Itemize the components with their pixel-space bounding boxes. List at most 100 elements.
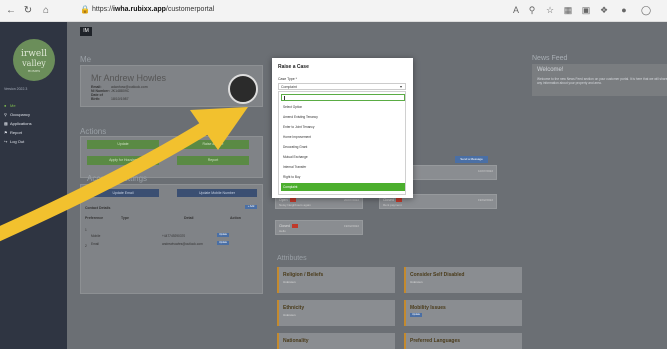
option-mutual-exchange[interactable]: Mutual Exchange: [281, 153, 405, 161]
attr-value: Unknown: [283, 313, 296, 317]
address-bar[interactable]: 🔒 https://iwha.rubixx.app/customerportal: [80, 4, 640, 18]
logo: irwell valley HOMES: [13, 39, 55, 81]
sidebar-item-report[interactable]: ⚑ Report: [4, 129, 64, 137]
home-icon[interactable]: ⌂: [40, 5, 52, 17]
sidebar-item-label: Me: [10, 103, 16, 108]
case-type-label: Case Type *: [278, 77, 298, 81]
zoom-icon[interactable]: ⚲: [526, 5, 538, 16]
logo-line3: HOMES: [27, 69, 41, 73]
edge-icon[interactable]: ◯: [640, 5, 652, 16]
update-button[interactable]: Update: [87, 140, 159, 149]
dob-label: Date of Birth:: [91, 93, 103, 101]
split-screen-icon[interactable]: ▦: [562, 5, 574, 16]
case-type-select[interactable]: Complaint ▾: [278, 83, 406, 90]
case-card-4[interactable]: Closed Hello 19/02/2022: [275, 220, 363, 235]
update-mobile-button[interactable]: Update Mobile Number: [177, 189, 257, 197]
attr-title: Religion / Beliefs: [283, 272, 324, 278]
row2-pref: 2: [85, 244, 87, 248]
case-status: Open: [279, 198, 296, 203]
sidebar-item-label: Applications: [10, 121, 32, 126]
col-type: Type: [121, 216, 129, 220]
report-button[interactable]: Report: [177, 156, 249, 165]
attr-value: Unknown: [283, 280, 296, 284]
status-badge: [291, 224, 298, 229]
status-badge: [395, 198, 402, 203]
extensions-icon[interactable]: ❖: [598, 5, 610, 16]
attr-title: Mobility Issues: [410, 305, 446, 311]
attr-nationality: Nationality: [277, 333, 395, 349]
attr-title: Consider Self Disabled: [410, 272, 465, 278]
case-status-text: Closed: [383, 198, 394, 202]
case-date: 19/02/2022: [477, 198, 493, 202]
profile-icon[interactable]: ●: [618, 5, 630, 15]
col-detail: Detail: [184, 216, 194, 220]
read-aloud-icon[interactable]: A: [510, 5, 522, 15]
sidebar: irwell valley HOMES Version 2022.3 ● Me ⚲…: [0, 22, 67, 349]
url-text[interactable]: https://iwha.rubixx.app/customerportal: [92, 6, 214, 13]
actions-heading: Actions: [80, 127, 107, 136]
option-joint-tenancy[interactable]: Enter to Joint Tenancy: [281, 123, 405, 131]
case-status-text: Open: [279, 198, 288, 202]
add-contact-button[interactable]: + Add: [245, 205, 257, 209]
logo-line2: valley: [22, 59, 46, 68]
account-heading: Account Settings: [87, 174, 148, 183]
version-label: Version 2022.3: [4, 87, 28, 91]
case-subject: Hello: [279, 229, 286, 233]
attributes-heading: Attributes: [277, 255, 307, 262]
case-subject: Rent payment: [383, 203, 402, 207]
favorite-icon[interactable]: ☆: [544, 5, 556, 16]
me-heading: Me: [80, 55, 92, 64]
top-tag: IM: [80, 27, 92, 36]
sidebar-item-label: Log Out: [10, 139, 25, 144]
back-icon[interactable]: ←: [5, 5, 17, 17]
dropdown-search-input[interactable]: [281, 94, 405, 101]
case-status-text: Closed: [279, 224, 290, 228]
attr-title: Nationality: [283, 338, 309, 344]
profile-name: Mr Andrew Howles: [91, 73, 167, 83]
refresh-icon[interactable]: ↻: [22, 5, 34, 17]
option-amend-tenancy[interactable]: Amend Existing Tenancy: [281, 113, 405, 121]
attr-religion: Religion / Beliefs Unknown: [277, 267, 395, 293]
attr-update-button[interactable]: Update: [410, 313, 422, 317]
news-card-text: Welcome to the new News Feed section on …: [537, 77, 667, 85]
sidebar-item-occupancy[interactable]: ⚲ Occupancy: [4, 111, 64, 119]
col-action: Action: [230, 216, 241, 220]
col-preference: Preference: [85, 216, 104, 220]
case-status: Closed: [383, 198, 402, 203]
option-decorating[interactable]: Decorating Grant: [281, 143, 405, 151]
raise-case-button[interactable]: Raise a Case: [177, 140, 249, 149]
collections-icon[interactable]: ▣: [580, 5, 592, 16]
apply-housing-button[interactable]: Apply for Housing: [87, 156, 159, 165]
news-card-title: Welcome!: [537, 67, 564, 73]
update-email-button[interactable]: Update Email: [87, 189, 159, 197]
row1-type: Mobile: [91, 234, 101, 238]
sidebar-item-label: Occupancy: [10, 112, 31, 117]
attr-value: Unknown: [410, 280, 423, 284]
option-complaint[interactable]: Complaint: [281, 183, 405, 191]
option-select-option[interactable]: Select Option: [281, 103, 405, 111]
option-internal-transfer[interactable]: Internal Transfer: [281, 163, 405, 171]
option-home-improvement[interactable]: Home Improvement: [281, 133, 405, 141]
case-type-value: Complaint: [281, 85, 297, 89]
chevron-down-icon: ▾: [399, 84, 402, 89]
row1-update-button[interactable]: Update: [217, 233, 229, 237]
raise-case-modal: Raise a Case Case Type * Complaint ▾ Sele…: [272, 58, 413, 198]
row1-detail: +447749290370: [162, 234, 186, 238]
sidebar-item-logout[interactable]: ↪ Log Out: [4, 138, 64, 146]
sidebar-item-applications[interactable]: ▩ Applications: [4, 120, 64, 128]
row2-type: Email: [91, 242, 99, 246]
lock-icon: 🔒: [80, 5, 90, 14]
news-feed-heading: News Feed: [532, 55, 568, 62]
url-prefix: https://: [92, 6, 114, 13]
case-date: 19/02/2022: [343, 224, 359, 228]
option-right-to-buy[interactable]: Right to Buy: [281, 173, 405, 181]
browser-toolbar: ← ↻ ⌂ 🔒 https://iwha.rubixx.app/customer…: [0, 0, 667, 22]
send-message-button[interactable]: Send a Message: [455, 156, 488, 163]
sidebar-item-me[interactable]: ● Me: [4, 102, 64, 110]
attr-disabled: Consider Self Disabled Unknown: [404, 267, 522, 293]
customer-portal: irwell valley HOMES Version 2022.3 ● Me ⚲…: [0, 22, 667, 349]
url-path: /customerportal: [165, 6, 215, 13]
sidebar-item-label: Report: [10, 130, 23, 135]
row2-update-button[interactable]: Update: [217, 241, 229, 245]
avatar: [228, 74, 258, 104]
